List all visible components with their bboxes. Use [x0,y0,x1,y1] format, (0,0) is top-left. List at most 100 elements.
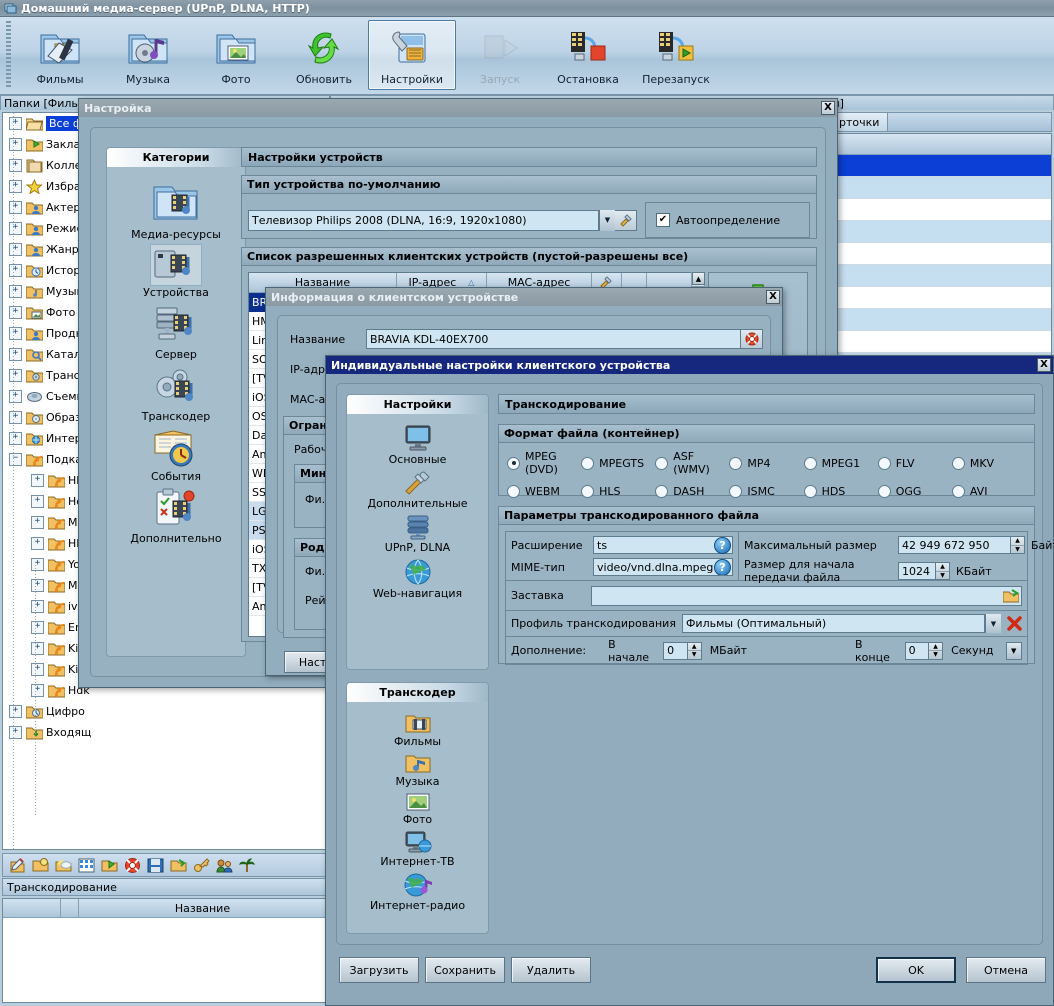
container-option-mpeg1[interactable]: MPEG1 [804,450,878,476]
help-icon[interactable]: ? [714,537,731,554]
lifebuoy-icon[interactable] [124,857,141,874]
container-option-ismc[interactable]: ISMC [729,485,803,498]
tree-expander[interactable]: + [9,432,22,445]
delete-button[interactable]: Удалить [511,957,591,983]
nav-item-basic[interactable]: Основные [347,424,488,466]
splash-input[interactable] [591,586,1022,606]
default-device-combo-value[interactable]: Телевизор Philips 2008 (DLNA, 16:9, 1920… [248,210,599,231]
delete-profile-icon[interactable] [1007,616,1022,631]
addition-begin-stepper[interactable]: ▲▼ [687,643,701,659]
nav-item-photo[interactable]: Фото [347,792,488,826]
toolbar-button-music[interactable]: Музыка [104,20,192,90]
tree-expander[interactable]: + [9,285,22,298]
tree-expander[interactable]: + [9,726,22,739]
nav-item-internet-radio[interactable]: Интернет-радио [347,872,488,912]
tree-item-29[interactable]: +Входящ [3,722,327,743]
maxsize-stepper[interactable]: ▲▼ [1010,537,1024,553]
container-option-mp4[interactable]: MP4 [729,450,803,476]
container-option-dash[interactable]: DASH [655,485,729,498]
radio-icon[interactable] [878,485,891,498]
addition-end-stepper[interactable]: ▲▼ [928,643,942,659]
radio-icon[interactable] [952,485,965,498]
category-server[interactable]: Сервер [107,303,245,361]
tree-expander[interactable]: + [9,369,22,382]
green-folder-icon[interactable] [101,857,118,874]
container-option-webm[interactable]: WEBM [507,485,581,498]
container-option-asf-wmv[interactable]: ASF (WMV) [655,450,729,476]
addition-begin-input[interactable]: 0 ▲▼ [663,642,702,660]
tree-expander[interactable]: + [9,306,22,319]
save-floppy-icon[interactable] [147,857,164,874]
container-option-flv[interactable]: FLV [878,450,952,476]
radio-icon[interactable] [507,485,520,498]
scroll-up-icon[interactable]: ▲ [692,272,705,285]
radio-icon[interactable] [581,485,594,498]
nav-item-internet-tv[interactable]: Интернет-ТВ [347,830,488,868]
container-option-hds[interactable]: HDS [804,485,878,498]
nav-item-movies[interactable]: Фильмы [347,712,488,748]
close-icon[interactable]: X [821,101,835,115]
close-icon[interactable]: X [1037,358,1051,372]
cancel-button[interactable]: Отмена [966,957,1046,983]
radio-icon[interactable] [804,485,817,498]
radio-icon[interactable] [581,457,594,470]
container-option-ogg[interactable]: OGG [878,485,952,498]
container-option-avi[interactable]: AVI [952,485,1026,498]
tree-expander[interactable]: − [9,453,22,466]
mime-input[interactable]: video/vnd.dlna.mpeg ? [593,558,733,576]
tree-expander[interactable]: + [31,663,44,676]
tree-expander[interactable]: + [31,495,44,508]
device-name-input[interactable]: BRAVIA KDL-40EX700 [366,329,741,349]
tree-expander[interactable]: + [9,264,22,277]
chevron-down-icon[interactable]: ▼ [599,210,615,231]
autodetect-checkbox[interactable]: ✔ [656,213,670,227]
radio-icon[interactable] [729,457,742,470]
startsize-stepper[interactable]: ▲▼ [935,563,949,579]
tree-expander[interactable]: + [31,600,44,613]
nav-item-music[interactable]: Музыка [347,752,488,788]
category-additional[interactable]: Дополнительно [107,487,245,545]
tree-expander[interactable]: + [9,411,22,424]
container-option-mkv[interactable]: MKV [952,450,1026,476]
profile-combo-value[interactable]: Фильмы (Оптимальный) [682,614,985,633]
open-folder-icon[interactable] [170,857,187,874]
radio-icon[interactable] [729,485,742,498]
palm-icon[interactable] [239,857,256,874]
bottom-grid-col-1[interactable] [61,899,79,917]
toolbar-button-start[interactable]: Запуск [456,20,544,90]
toolbar-button-restart[interactable]: Перезапуск [632,20,720,90]
tree-expander[interactable]: + [31,621,44,634]
add-folder-icon[interactable] [32,857,49,874]
nav-item-upnp[interactable]: UPnP, DLNA [347,514,488,554]
key-icon[interactable] [193,857,210,874]
tree-expander[interactable]: + [9,180,22,193]
browse-folder-icon[interactable] [1003,589,1019,604]
startsize-input[interactable]: 1024 ▲▼ [898,562,950,580]
tree-expander[interactable]: + [31,537,44,550]
grid-icon[interactable] [78,857,95,874]
addition-end-input[interactable]: 0 ▲▼ [905,642,944,660]
tree-expander[interactable]: + [9,159,22,172]
ok-button[interactable]: OK [876,957,956,983]
bottom-grid-col-0[interactable] [3,899,61,917]
radio-icon[interactable] [655,457,668,470]
category-devices[interactable]: Устройства [107,245,245,299]
toolbar-button-settings[interactable]: Настройки [368,20,456,90]
extension-input[interactable]: ts ? [593,536,733,554]
tree-expander[interactable]: + [31,516,44,529]
device-edit-tools-icon[interactable] [615,210,637,231]
weather-folder-icon[interactable] [55,857,72,874]
radio-icon[interactable] [655,485,668,498]
tree-expander[interactable]: + [9,201,22,214]
tree-item-28[interactable]: +Цифро [3,701,327,722]
category-events[interactable]: События [107,427,245,483]
nav-item-advanced[interactable]: Дополнительные [347,470,488,510]
tab-cards[interactable]: рточки [830,112,888,131]
tree-expander[interactable]: + [31,558,44,571]
nav-item-web[interactable]: Web-навигация [347,558,488,600]
radio-icon[interactable] [878,457,891,470]
tree-expander[interactable]: + [31,642,44,655]
tree-expander[interactable]: + [9,222,22,235]
individual-settings-titlebar[interactable]: Индивидуальные настройки клиентского уст… [326,356,1053,374]
toolbar-drag-handle[interactable] [6,21,11,87]
